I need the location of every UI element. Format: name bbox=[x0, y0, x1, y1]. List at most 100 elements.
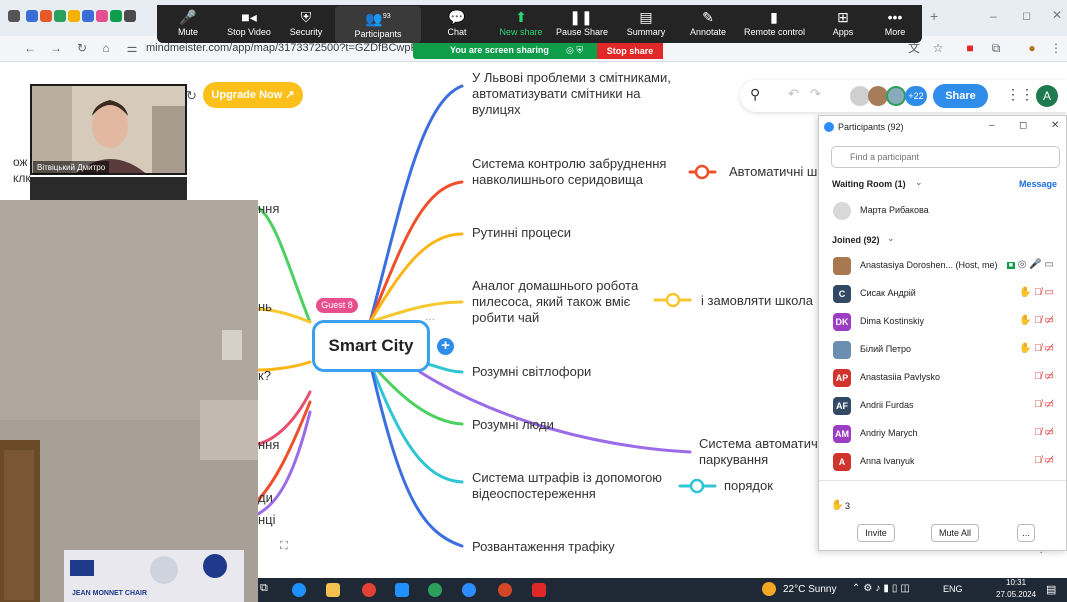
home-icon[interactable]: ⌂ bbox=[98, 40, 114, 56]
remote-control-button[interactable]: ▮ Remote control bbox=[744, 8, 805, 42]
new-share-button[interactable]: ⬆ New share bbox=[498, 8, 544, 42]
waiting-participant-row[interactable]: Марта Рибакова bbox=[819, 198, 1066, 226]
chat-button[interactable]: 💬 Chat bbox=[440, 8, 474, 42]
participant-row[interactable]: DK Dima Kostinskiy ✋ 🎙̸ ▭̸ bbox=[819, 309, 1066, 337]
mail-icon[interactable] bbox=[395, 583, 409, 597]
edge-icon[interactable] bbox=[292, 583, 306, 597]
fit-map-icon[interactable]: ⛶ bbox=[280, 540, 288, 553]
annotate-button[interactable]: ✎ Annotate bbox=[686, 8, 730, 42]
left-topic-fragment[interactable]: ння bbox=[258, 437, 279, 453]
close-window-icon[interactable]: ✕ bbox=[1052, 8, 1062, 22]
redo-icon[interactable]: ↷ bbox=[810, 86, 821, 102]
share-button[interactable]: Share bbox=[933, 84, 988, 108]
tab-list-icon[interactable] bbox=[8, 10, 20, 22]
topic-node[interactable]: Розвантаження трафіку bbox=[472, 539, 615, 555]
new-tab-icon[interactable]: + bbox=[930, 8, 938, 24]
topic-node[interactable]: У Львові проблеми з смітниками, автомати… bbox=[472, 70, 671, 118]
participant-status-icons[interactable]: ■ ◎ 🎤 ▭ bbox=[1006, 259, 1054, 270]
security-button[interactable]: ⛨ Security bbox=[286, 8, 326, 42]
joined-header[interactable]: Joined (92) bbox=[832, 235, 880, 245]
chrome-icon[interactable] bbox=[362, 583, 376, 597]
message-link[interactable]: Message bbox=[1019, 179, 1057, 189]
pause-share-button[interactable]: ❚❚ Pause Share bbox=[556, 8, 608, 42]
apps-button[interactable]: ⊞ Apps bbox=[826, 8, 860, 42]
participant-status-icons[interactable]: 🎙̸ ▭̸ bbox=[1034, 455, 1054, 466]
chrome-icon[interactable] bbox=[428, 583, 442, 597]
site-info-icon[interactable]: ⚌ bbox=[124, 40, 140, 56]
maximize-icon[interactable]: ◻ bbox=[1022, 9, 1031, 22]
subtopic-node[interactable]: порядок bbox=[724, 478, 773, 494]
url-field[interactable]: mindmeister.com/app/map/3173372500?t=GZD… bbox=[146, 42, 425, 54]
tab-favicon[interactable] bbox=[54, 10, 66, 22]
collaborator-avatar[interactable] bbox=[886, 86, 906, 106]
forward-icon[interactable]: → bbox=[48, 40, 64, 56]
file-explorer-icon[interactable] bbox=[326, 583, 340, 597]
participant-status-icons[interactable]: ✋ 🎙̸ ▭ bbox=[1019, 287, 1054, 298]
upgrade-now-button[interactable]: Upgrade Now ↗ bbox=[203, 82, 303, 108]
topic-node[interactable]: Система штрафів із допомогою відеоспосте… bbox=[472, 470, 662, 502]
profile-icon[interactable]: ● bbox=[1024, 40, 1040, 56]
invite-button[interactable]: Invite bbox=[857, 524, 895, 542]
weather-sun-icon[interactable] bbox=[762, 582, 776, 596]
collaborator-avatar[interactable] bbox=[850, 86, 870, 106]
participant-row[interactable]: Anastasiya Doroshen... (Host, me) ■ ◎ 🎤 … bbox=[819, 253, 1066, 281]
sharing-controls-icon[interactable]: ◎ ⛨ bbox=[566, 45, 583, 56]
participant-status-icons[interactable]: 🎙̸ ▭̸ bbox=[1034, 399, 1054, 410]
second-video-tile[interactable] bbox=[30, 177, 187, 200]
tab-favicon[interactable] bbox=[26, 10, 38, 22]
tab-favicon[interactable] bbox=[68, 10, 80, 22]
topic-node[interactable]: Аналог домашнього робота пилесоса, який … bbox=[472, 278, 638, 326]
notifications-icon[interactable]: ▤ bbox=[1046, 583, 1056, 596]
participant-row[interactable]: AM Andriy Marych 🎙̸ ▭̸ bbox=[819, 421, 1066, 449]
bookmark-star-icon[interactable]: ☆ bbox=[930, 40, 946, 56]
redo-icon[interactable]: ↻ bbox=[186, 88, 197, 104]
add-topic-button[interactable]: + bbox=[437, 338, 454, 355]
topic-node[interactable]: Розумні люди bbox=[472, 417, 554, 433]
topic-node[interactable]: Рутинні процеси bbox=[472, 225, 571, 241]
topic-node[interactable]: Система контролю забруднення навколишньо… bbox=[472, 156, 666, 188]
tab-favicon[interactable] bbox=[40, 10, 52, 22]
acrobat-icon[interactable] bbox=[532, 583, 546, 597]
tab-favicon[interactable] bbox=[110, 10, 122, 22]
participant-status-icons[interactable]: 🎙̸ ▭̸ bbox=[1034, 371, 1054, 382]
powerpoint-icon[interactable] bbox=[498, 583, 512, 597]
back-icon[interactable]: ← bbox=[22, 40, 38, 56]
summary-button[interactable]: ▤ Summary bbox=[624, 8, 668, 42]
clock-time[interactable]: 10:31 bbox=[1006, 578, 1026, 587]
topic-node[interactable]: Розумні світлофори bbox=[472, 364, 591, 380]
left-topic-fragment[interactable]: ння bbox=[258, 201, 279, 217]
participant-status-icons[interactable]: 🎙̸ ▭̸ bbox=[1034, 427, 1054, 438]
central-topic-node[interactable]: Smart City bbox=[312, 320, 430, 372]
participant-row[interactable]: A Anna Ivanyuk 🎙̸ ▭̸ bbox=[819, 449, 1066, 477]
participant-row[interactable]: C Сисак Андрій ✋ 🎙̸ ▭ bbox=[819, 281, 1066, 309]
tab-favicon[interactable] bbox=[82, 10, 94, 22]
room-camera-video[interactable]: JEAN MONNET CHAIR bbox=[0, 200, 258, 602]
node-more-icon[interactable]: … bbox=[425, 312, 435, 323]
left-topic-fragment[interactable]: ди bbox=[258, 490, 273, 506]
mute-button[interactable]: 🎤 Mute bbox=[168, 8, 208, 42]
waiting-room-header[interactable]: Waiting Room (1) bbox=[832, 179, 906, 189]
language-indicator[interactable]: ENG bbox=[943, 584, 963, 594]
tab-favicon[interactable] bbox=[124, 10, 136, 22]
user-avatar[interactable]: A bbox=[1036, 85, 1058, 107]
maximize-icon[interactable]: ◻ bbox=[1019, 120, 1027, 131]
stop-share-button[interactable]: Stop share bbox=[597, 43, 663, 59]
left-topic-fragment[interactable]: нь bbox=[258, 299, 272, 315]
chevron-down-icon[interactable]: ⌄ bbox=[887, 233, 895, 244]
find-participant-input[interactable] bbox=[831, 146, 1060, 168]
reload-icon[interactable]: ↻ bbox=[74, 40, 90, 56]
left-topic-fragment[interactable]: к? bbox=[258, 368, 271, 384]
participant-status-icons[interactable]: ✋ 🎙̸ ▭̸ bbox=[1019, 343, 1054, 354]
mute-all-button[interactable]: Mute All bbox=[931, 524, 979, 542]
collaborator-avatar[interactable] bbox=[868, 86, 888, 106]
participant-status-icons[interactable]: ✋ 🎙̸ ▭̸ bbox=[1019, 315, 1054, 326]
extension-icon[interactable]: ■ bbox=[962, 40, 978, 56]
participant-row[interactable]: Білий Петро ✋ 🎙̸ ▭̸ bbox=[819, 337, 1066, 365]
search-icon[interactable]: ⚲ bbox=[750, 86, 760, 103]
task-view-icon[interactable]: ⧉ bbox=[260, 582, 268, 595]
browser-menu-icon[interactable]: ⋮ bbox=[1048, 40, 1064, 56]
subtopic-node[interactable]: Система автоматич паркування bbox=[699, 436, 818, 468]
zoom-icon[interactable] bbox=[462, 583, 476, 597]
participant-row[interactable]: AF Andrii Furdas 🎙̸ ▭̸ bbox=[819, 393, 1066, 421]
more-collaborators-badge[interactable]: +22 bbox=[905, 86, 927, 106]
